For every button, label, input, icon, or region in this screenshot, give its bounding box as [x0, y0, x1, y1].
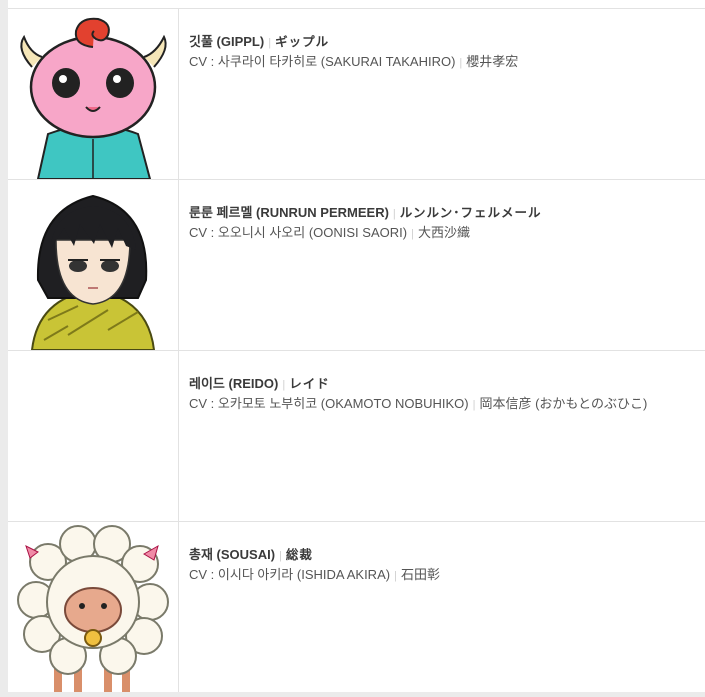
character-name-ko: 총재 (SOUSAI) [189, 547, 276, 562]
separator: | [282, 379, 286, 391]
separator: | [472, 399, 476, 411]
runrun-portrait[interactable] [8, 180, 178, 350]
voice-actor-ja: 岡本信彦 (おかもとのぶひこ) [479, 396, 648, 411]
character-name-ja: ギップル [275, 35, 330, 49]
character-name-ja: ルンルン･フェルメール [399, 206, 542, 220]
voice-actor-ja: 大西沙織 [417, 225, 470, 240]
voice-actor-ko: CV : 사쿠라이 타카히로 (SAKURAI TAKAHIRO) [189, 54, 456, 69]
character-info: 총재 (SOUSAI) | 総裁 CV : 이시다 아키라 (ISHIDA AKIR… [189, 546, 705, 584]
separator: | [392, 208, 396, 220]
runrun-portrait-cell [8, 180, 179, 350]
character-row-sousai: 총재 (SOUSAI) | 総裁 CV : 이시다 아키라 (ISHIDA AKIR… [8, 522, 705, 692]
voice-actor-ja: 石田彰 [400, 567, 440, 582]
character-name-ko: 레이드 (REIDO) [189, 376, 279, 391]
character-name-ja: 総裁 [285, 548, 313, 562]
separator: | [279, 550, 282, 562]
character-info: 레이드 (REIDO) | レイド CV : 오카모토 노부히코 (OKAMOTO … [189, 375, 705, 413]
separator: | [268, 37, 272, 49]
character-row-reido: 레이드 (REIDO) | レイド CV : 오카모토 노부히코 (OKAMOTO … [8, 351, 705, 522]
character-name-ko: 깃풀 (GIPPL) [189, 34, 265, 49]
separator: | [411, 228, 414, 240]
gippl-portrait-cell [8, 9, 179, 179]
separator: | [394, 570, 397, 582]
gippl-portrait[interactable] [8, 9, 178, 179]
character-list: 깃풀 (GIPPL) | ギップル CV : 사쿠라이 타카히로 (SAKURAI … [8, 0, 705, 692]
reido-portrait-cell [8, 351, 179, 521]
character-name-ja: レイド [289, 377, 330, 391]
voice-actor-ja: 櫻井孝宏 [466, 54, 519, 69]
character-row-runrun: 룬룬 페르멜 (RUNRUN PERMEER) | ルンルン･フェルメール CV :… [8, 180, 705, 351]
voice-actor-ko: CV : 오오니시 사오리 (OONISI SAORI) [189, 225, 408, 240]
character-row-gippl: 깃풀 (GIPPL) | ギップル CV : 사쿠라이 타카히로 (SAKURAI … [8, 9, 705, 180]
sousai-portrait-cell [8, 522, 179, 692]
character-name-ko: 룬룬 페르멜 (RUNRUN PERMEER) [189, 205, 389, 220]
character-info: 깃풀 (GIPPL) | ギップル CV : 사쿠라이 타카히로 (SAKURAI … [189, 33, 705, 71]
character-info: 룬룬 페르멜 (RUNRUN PERMEER) | ルンルン･フェルメール CV :… [189, 204, 705, 242]
sousai-portrait[interactable] [8, 522, 178, 692]
voice-actor-ko: CV : 이시다 아키라 (ISHIDA AKIRA) [189, 567, 391, 582]
voice-actor-ko: CV : 오카모토 노부히코 (OKAMOTO NOBUHIKO) [189, 396, 469, 411]
separator: | [459, 57, 463, 69]
